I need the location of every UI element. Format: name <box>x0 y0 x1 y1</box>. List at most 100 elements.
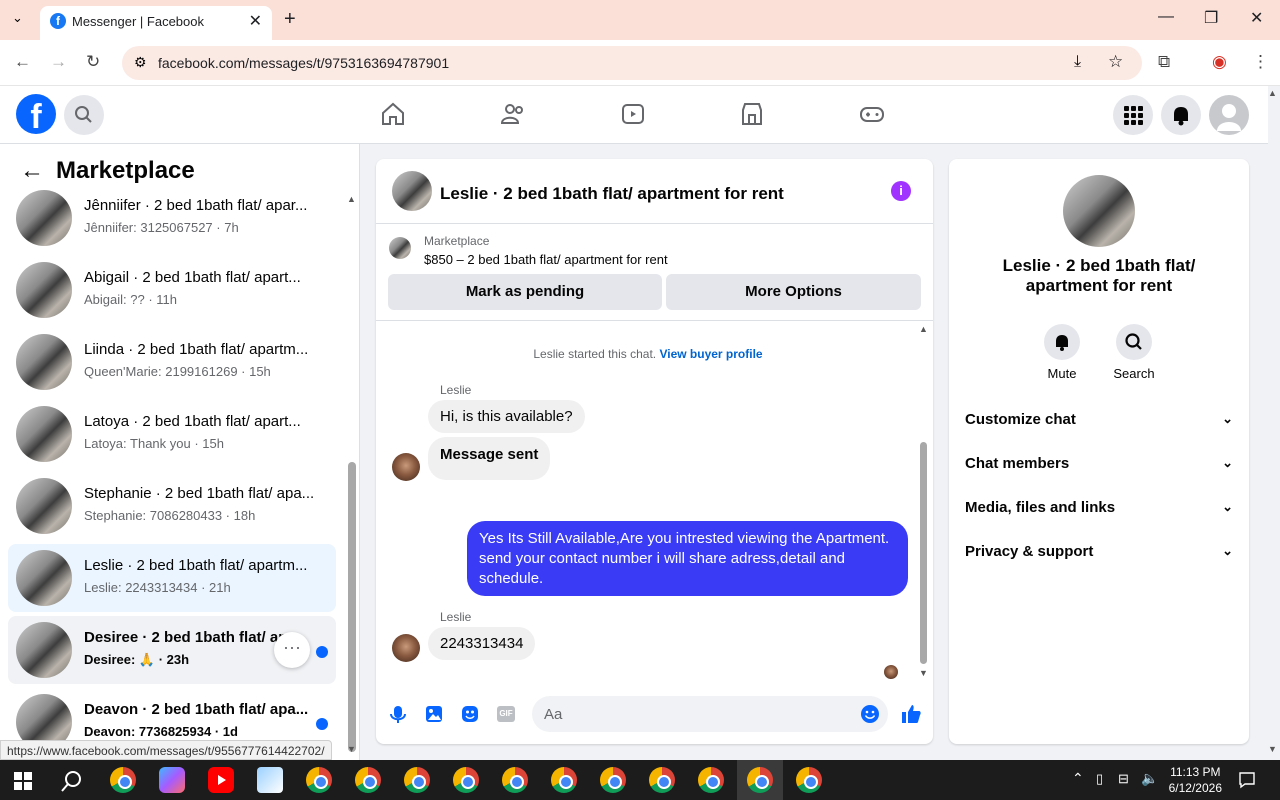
chat-scrollbar-thumb[interactable] <box>920 442 927 664</box>
home-icon[interactable] <box>379 100 407 128</box>
browser-tab[interactable]: f Messenger | Facebook ✕ <box>40 6 272 40</box>
emoji-icon[interactable] <box>860 704 880 724</box>
app-taskbar-icon[interactable] <box>257 767 283 793</box>
conversation-item[interactable]: Liinda · 2 bed 1bath flat/ apartm... Que… <box>8 328 336 396</box>
media-files-links-row[interactable]: Media, files and links ⌄ <box>965 487 1233 531</box>
message-input[interactable]: Aa <box>532 696 888 732</box>
incoming-message[interactable]: Hi, is this available? <box>428 400 585 433</box>
sender-avatar[interactable] <box>392 634 420 662</box>
facebook-logo[interactable]: f <box>16 94 56 136</box>
video-icon[interactable] <box>619 100 647 128</box>
chat-scroll-up-icon[interactable]: ▲ <box>919 324 928 334</box>
address-bar[interactable]: ⚙ facebook.com/messages/t/97531636947879… <box>122 46 1142 80</box>
mark-as-pending-button[interactable]: Mark as pending <box>388 274 662 310</box>
scroll-up-arrow-icon[interactable]: ▲ <box>347 194 356 204</box>
youtube-taskbar-icon[interactable] <box>208 767 234 793</box>
copilot-taskbar-icon[interactable] <box>159 767 185 793</box>
page-scroll-down-icon[interactable]: ▼ <box>1268 744 1277 754</box>
chrome-profile-taskbar-icon[interactable] <box>404 767 430 793</box>
chrome-profile-taskbar-icon[interactable] <box>649 767 675 793</box>
chrome-taskbar-icon[interactable] <box>110 767 136 793</box>
scrollbar-thumb[interactable] <box>348 462 356 752</box>
friends-icon[interactable] <box>499 100 527 128</box>
system-clock[interactable]: 11:13 PM 6/12/2026 <box>1169 764 1222 796</box>
chrome-profile-taskbar-icon[interactable] <box>502 767 528 793</box>
incoming-message[interactable]: Message sent <box>428 437 551 480</box>
chrome-menu-icon[interactable]: ⋮ <box>1252 52 1269 72</box>
windows-start-icon[interactable] <box>14 772 32 790</box>
chat-members-row[interactable]: Chat members ⌄ <box>965 443 1233 487</box>
chrome-active-taskbar-icon[interactable] <box>747 767 773 793</box>
conversation-item[interactable]: Stephanie · 2 bed 1bath flat/ apa... Ste… <box>8 472 336 540</box>
more-options-button[interactable]: More Options <box>666 274 921 310</box>
site-info-icon[interactable]: ⚙ <box>134 54 147 71</box>
marketplace-icon[interactable] <box>738 100 766 128</box>
chrome-profile-taskbar-icon[interactable] <box>551 767 577 793</box>
chat-header-avatar[interactable] <box>392 171 432 211</box>
network-icon[interactable]: ⊟ <box>1118 771 1129 787</box>
taskbar-search-icon[interactable] <box>60 769 84 793</box>
chat-header-title[interactable]: Leslie · 2 bed 1bath flat/ apartment for… <box>440 184 784 204</box>
chat-scroll-down-icon[interactable]: ▼ <box>919 668 928 678</box>
like-thumbs-up-icon[interactable] <box>900 703 922 725</box>
chrome-profile-taskbar-icon[interactable] <box>796 767 822 793</box>
conversation-item[interactable]: Jênniifer · 2 bed 1bath flat/ apar... Jê… <box>8 184 336 252</box>
page-scroll-up-icon[interactable]: ▲ <box>1268 88 1277 98</box>
chrome-profile-taskbar-icon[interactable] <box>306 767 332 793</box>
privacy-support-row[interactable]: Privacy & support ⌄ <box>965 531 1233 575</box>
chevron-down-icon: ⌄ <box>1222 455 1233 470</box>
minimize-icon[interactable]: — <box>1158 8 1174 26</box>
forward-icon[interactable]: → <box>50 52 67 72</box>
incoming-message[interactable]: 2243313434 <box>428 627 536 660</box>
listing-title[interactable]: $850 – 2 bed 1bath flat/ apartment for r… <box>424 252 668 267</box>
menu-button[interactable] <box>1113 95 1153 135</box>
notifications-button[interactable] <box>1161 95 1201 135</box>
scroll-down-arrow-icon[interactable]: ▼ <box>347 744 356 754</box>
extensions-icon[interactable]: ⧉ <box>1158 52 1170 72</box>
conversation-options-button[interactable]: ··· <box>274 632 310 668</box>
info-icon[interactable]: i <box>891 181 911 201</box>
mute-button[interactable]: Mute <box>1032 324 1092 381</box>
search-button[interactable] <box>64 95 104 135</box>
view-buyer-profile-link[interactable]: View buyer profile <box>659 347 762 361</box>
sender-avatar[interactable] <box>392 453 420 481</box>
gif-icon[interactable]: GIF <box>497 706 515 722</box>
tab-search-icon[interactable]: ⌄ <box>12 10 23 26</box>
message-input-placeholder: Aa <box>544 706 563 723</box>
conversation-item-hovered[interactable]: Desiree · 2 bed 1bath flat/ ap... Desire… <box>8 616 336 684</box>
chrome-profile-taskbar-icon[interactable] <box>355 767 381 793</box>
chat-info-avatar[interactable] <box>1063 175 1135 247</box>
search-in-chat-button[interactable]: Search <box>1104 324 1164 381</box>
chrome-profile-taskbar-icon[interactable] <box>698 767 724 793</box>
photo-icon[interactable] <box>424 704 444 724</box>
reload-icon[interactable]: ↻ <box>86 52 100 72</box>
profile-icon[interactable]: ◉ <box>1212 52 1227 72</box>
account-avatar[interactable] <box>1209 95 1249 135</box>
microphone-icon[interactable] <box>388 704 408 724</box>
close-tab-icon[interactable]: ✕ <box>249 11 262 31</box>
chrome-profile-taskbar-icon[interactable] <box>600 767 626 793</box>
volume-icon[interactable]: 🔈 <box>1141 770 1158 787</box>
gaming-icon[interactable] <box>858 100 886 128</box>
show-hidden-icons-icon[interactable]: ⌃ <box>1072 770 1084 787</box>
close-window-icon[interactable]: ✕ <box>1250 8 1263 28</box>
back-arrow-icon[interactable]: ← <box>20 157 44 185</box>
listing-thumbnail[interactable] <box>389 237 411 259</box>
sticker-icon[interactable] <box>460 704 480 724</box>
new-tab-icon[interactable]: + <box>284 8 296 31</box>
bookmark-star-icon[interactable]: ☆ <box>1108 52 1123 72</box>
conversation-item[interactable]: Latoya · 2 bed 1bath flat/ apart... Lato… <box>8 400 336 468</box>
customize-chat-row[interactable]: Customize chat ⌄ <box>965 399 1233 443</box>
outgoing-message[interactable]: Yes Its Still Available,Are you intreste… <box>467 521 908 596</box>
row-label: Chat members <box>965 455 1070 472</box>
chrome-profile-taskbar-icon[interactable] <box>453 767 479 793</box>
conversation-name: Latoya · 2 bed 1bath flat/ apart... <box>84 413 301 430</box>
notification-center-icon[interactable] <box>1238 771 1256 789</box>
back-icon[interactable]: ← <box>14 52 31 72</box>
conversation-item-selected[interactable]: Leslie · 2 bed 1bath flat/ apartm... Les… <box>8 544 336 612</box>
install-app-icon[interactable]: ⤓ <box>1074 53 1081 71</box>
restore-icon[interactable]: ❐ <box>1204 8 1218 28</box>
device-icon[interactable]: ▯ <box>1096 771 1103 787</box>
conversation-item[interactable]: Abigail · 2 bed 1bath flat/ apart... Abi… <box>8 256 336 324</box>
chat-info-pane: Leslie · 2 bed 1bath flat/ apartment for… <box>949 159 1249 744</box>
